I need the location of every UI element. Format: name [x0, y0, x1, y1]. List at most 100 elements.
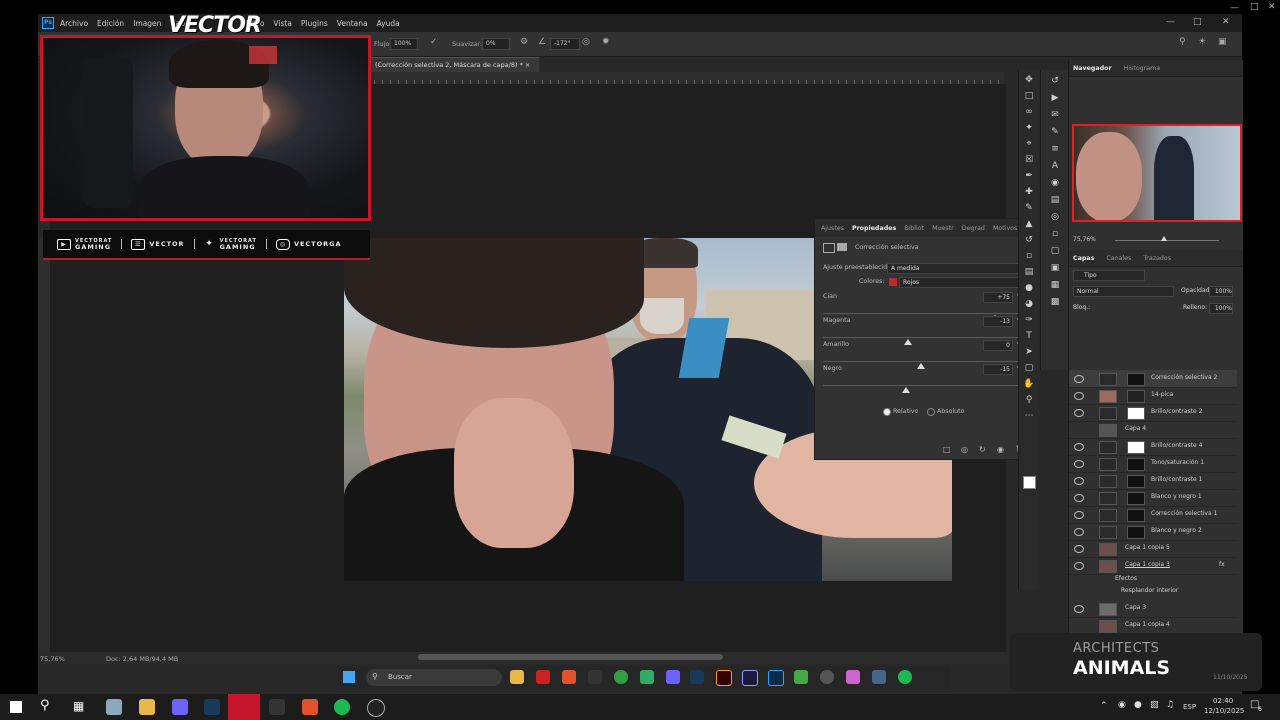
windows-start-icon[interactable]: [343, 671, 355, 683]
search-icon[interactable]: ⚲: [40, 698, 50, 713]
radio-relativo[interactable]: [883, 408, 891, 416]
close-tab-icon[interactable]: ×: [525, 61, 530, 69]
eye-icon[interactable]: [1074, 545, 1084, 553]
layer-item[interactable]: Blanco y negro 2: [1069, 523, 1237, 541]
clock-time[interactable]: 02:40: [1213, 697, 1233, 705]
tab-histograma[interactable]: Histograma: [1124, 65, 1161, 72]
fill-input[interactable]: 100%: [1209, 303, 1233, 314]
tab-motivos[interactable]: Motivos: [993, 225, 1017, 232]
actions-panel-icon[interactable]: ▶: [1049, 92, 1061, 104]
fx-icon[interactable]: fx: [1219, 561, 1225, 568]
brush-settings-icon[interactable]: ✎: [1049, 126, 1061, 138]
blur-tool-icon[interactable]: ●: [1023, 282, 1035, 294]
chevron-up-icon[interactable]: ⌃: [1100, 701, 1108, 711]
layer-item[interactable]: Brillo/contraste 4: [1069, 438, 1237, 456]
tab-muestras[interactable]: Muestr: [932, 225, 954, 232]
search-icon[interactable]: ⚲: [1179, 37, 1186, 47]
windows-start-icon[interactable]: [10, 701, 22, 713]
obs-active-icon[interactable]: [228, 694, 260, 720]
layer-item[interactable]: Tono/saturación 1: [1069, 455, 1237, 473]
discord-icon[interactable]: [172, 699, 188, 715]
opera-icon[interactable]: [536, 670, 550, 684]
gear-icon[interactable]: ⚙: [520, 37, 528, 47]
shape-tool-icon[interactable]: ▢: [1023, 362, 1035, 374]
pressure-icon[interactable]: ◎: [582, 37, 590, 47]
tab-canales[interactable]: Canales: [1106, 255, 1131, 262]
task-view-icon[interactable]: ▦: [73, 699, 84, 713]
menu-vista[interactable]: Vista: [273, 19, 292, 28]
document-size[interactable]: Doc: 2,64 MB/94,4 MB: [106, 655, 178, 663]
slider-thumb-negro[interactable]: [902, 387, 911, 393]
photoshop-taskbar-icon[interactable]: [768, 670, 784, 686]
layer-effect-row[interactable]: Resplandor interior: [1069, 586, 1237, 598]
discord-icon[interactable]: [666, 670, 680, 684]
tab-ajustes[interactable]: Ajustes: [821, 225, 844, 232]
paths-panel-icon[interactable]: ▫: [1049, 228, 1061, 240]
tab-navegador[interactable]: Navegador: [1073, 65, 1112, 72]
move-tool-icon[interactable]: ✥: [1023, 74, 1035, 86]
gradient-tool-icon[interactable]: ▤: [1023, 266, 1035, 278]
network-icon[interactable]: ▨: [1150, 700, 1159, 710]
angle-input[interactable]: -172°: [550, 38, 580, 50]
clock-date[interactable]: 12/10/2025: [1204, 707, 1244, 715]
illustrator-icon[interactable]: [716, 670, 732, 686]
eraser-tool-icon[interactable]: ▫: [1023, 250, 1035, 262]
slider-value-magenta[interactable]: -13: [983, 316, 1013, 327]
dodge-tool-icon[interactable]: ◕: [1023, 298, 1035, 310]
maximize-icon[interactable]: □: [1193, 17, 1202, 27]
layers-comp-icon[interactable]: ▤: [1049, 194, 1061, 206]
zoom-level[interactable]: 75,76%: [40, 655, 65, 663]
crop-tool-icon[interactable]: ⌖: [1023, 138, 1035, 150]
mic-icon[interactable]: ●: [1134, 700, 1142, 710]
layer-item[interactable]: Blanco y negro 1: [1069, 489, 1237, 507]
slider-thumb-amarillo[interactable]: [917, 363, 925, 369]
steam-icon[interactable]: [690, 670, 704, 684]
view-previous-icon[interactable]: ◎: [961, 445, 968, 454]
layer-item[interactable]: Capa 1 copia 5: [1069, 540, 1237, 558]
preset-select[interactable]: A medida: [887, 263, 1028, 274]
slider-thumb-magenta[interactable]: [904, 339, 913, 345]
light-icon[interactable]: ☀: [1198, 37, 1206, 47]
3d-panel-icon[interactable]: ◉: [1049, 177, 1061, 189]
eyedropper-tool-icon[interactable]: ✒: [1023, 170, 1035, 182]
close-icon[interactable]: ✕: [1222, 17, 1230, 27]
tab-degradados[interactable]: Degrad: [962, 225, 985, 232]
more-tools-icon[interactable]: ⋯: [1023, 410, 1035, 422]
menu-plugins[interactable]: Plugins: [301, 19, 328, 28]
brave-icon[interactable]: [302, 699, 318, 715]
layer-item[interactable]: Capa 4: [1069, 421, 1237, 439]
search-box[interactable]: ⚲ Buscar: [366, 669, 502, 686]
tab-trazados[interactable]: Trazados: [1143, 255, 1171, 262]
obs-icon[interactable]: [367, 699, 385, 717]
tab-propiedades[interactable]: Propiedades: [852, 225, 896, 232]
menu-archivo[interactable]: Archivo: [60, 19, 88, 28]
opacity-input[interactable]: 100%: [1209, 286, 1233, 297]
eye-icon[interactable]: [1074, 460, 1084, 468]
layer-item[interactable]: Corrección selectiva 2: [1069, 370, 1237, 388]
slider-value-cian[interactable]: +75: [983, 292, 1013, 303]
mask-thumbnail[interactable]: [1127, 526, 1145, 539]
marquee-tool-icon[interactable]: □: [1023, 90, 1035, 102]
document-tab[interactable]: (Corrección selectiva 2, Máscara de capa…: [370, 57, 539, 72]
history-brush-icon[interactable]: ↺: [1023, 234, 1035, 246]
color-panel-icon[interactable]: ▣: [1049, 262, 1061, 274]
healing-tool-icon[interactable]: ✚: [1023, 186, 1035, 198]
layer-kind-filter[interactable]: Tipo: [1073, 270, 1145, 281]
tray-icon[interactable]: ◉: [1118, 700, 1126, 710]
steam-icon[interactable]: [204, 699, 220, 715]
mask-thumbnail[interactable]: [1127, 492, 1145, 505]
eye-icon[interactable]: [1074, 511, 1084, 519]
eye-icon[interactable]: [1074, 562, 1084, 570]
type-tool-icon[interactable]: T: [1023, 330, 1035, 342]
mask-thumbnail[interactable]: [1127, 475, 1145, 488]
symmetry-icon[interactable]: ✹: [602, 37, 610, 47]
file-explorer-icon[interactable]: [139, 699, 155, 715]
slider-value-negro[interactable]: -15: [983, 364, 1013, 375]
mask-thumbnail[interactable]: [1127, 407, 1145, 420]
brush-tool-icon[interactable]: ✎: [1023, 202, 1035, 214]
tab-capas[interactable]: Capas: [1073, 255, 1094, 262]
app-icon[interactable]: [106, 699, 122, 715]
layer-item[interactable]: Capa 3: [1069, 600, 1237, 618]
stamp-tool-icon[interactable]: ▲: [1023, 218, 1035, 230]
frame-tool-icon[interactable]: ☒: [1023, 154, 1035, 166]
